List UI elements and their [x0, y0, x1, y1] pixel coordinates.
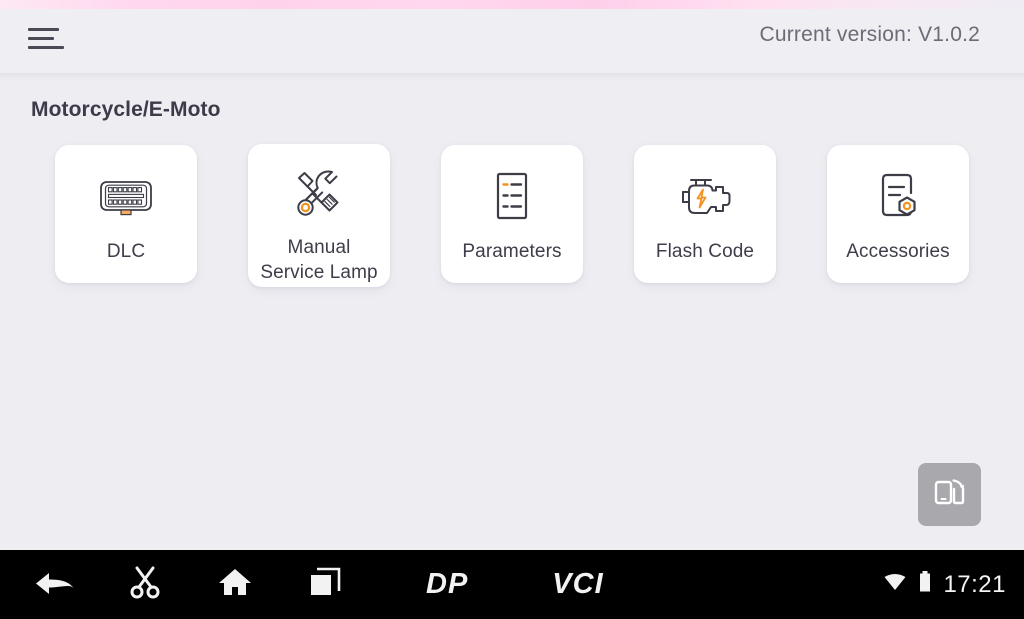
top-accent-strip [0, 0, 1024, 9]
recent-apps-button[interactable] [280, 550, 370, 619]
wifi-icon [883, 572, 907, 597]
vci-logo-button[interactable]: VCI [552, 550, 603, 619]
card-parameters[interactable]: Parameters [441, 145, 583, 283]
card-manual-service-lamp[interactable]: Manual Service Lamp [248, 144, 390, 287]
document-list-icon [481, 169, 543, 225]
card-label-line-1: Manual [287, 237, 351, 258]
vci-logo-text: VCI [552, 568, 604, 600]
clock-label: 17:21 [943, 570, 1006, 598]
home-icon [217, 566, 253, 603]
card-label-dlc: DLC [106, 241, 146, 262]
hamburger-line-3 [28, 45, 64, 49]
battery-icon [918, 570, 932, 599]
android-navigation-bar: DP VCI 17:21 [0, 550, 1024, 619]
dp-logo-text: DP [426, 568, 469, 600]
status-area: 17:21 [883, 550, 1006, 619]
obd-connector-icon [95, 169, 157, 225]
card-accessories[interactable]: Accessories [827, 145, 969, 283]
page-title: Motorcycle/E-Moto [31, 98, 221, 121]
hamburger-line-2 [28, 36, 54, 40]
dp-logo-button[interactable]: DP [426, 550, 468, 619]
card-label-accessories: Accessories [846, 241, 950, 262]
function-card-grid: DLC Manual Service Lamp Parameters Flash… [55, 144, 985, 287]
app-header: Current version: V1.0.2 [0, 0, 1024, 74]
recent-apps-icon [308, 566, 342, 603]
scissors-icon [127, 565, 163, 604]
hamburger-line-1 [28, 27, 59, 31]
card-flash-code[interactable]: Flash Code [634, 145, 776, 283]
card-dlc[interactable]: DLC [55, 145, 197, 283]
hamburger-menu-icon[interactable] [28, 21, 66, 55]
card-label-parameters: Parameters [462, 241, 562, 262]
card-label-line-2: Service Lamp [260, 262, 378, 283]
wrench-screwdriver-icon [288, 168, 350, 224]
card-label-flash-code: Flash Code [655, 241, 755, 262]
card-label-manual-service-lamp: Manual Service Lamp [260, 235, 377, 285]
screen-rotate-button[interactable] [918, 463, 981, 526]
screenshot-button[interactable] [100, 550, 190, 619]
home-button[interactable] [190, 550, 280, 619]
screen-rotate-icon [933, 476, 967, 513]
current-version-label: Current version: V1.0.2 [759, 23, 980, 46]
document-hex-nut-icon [867, 169, 929, 225]
back-arrow-icon [33, 567, 77, 602]
check-engine-lightning-icon [674, 169, 736, 225]
back-button[interactable] [10, 550, 100, 619]
